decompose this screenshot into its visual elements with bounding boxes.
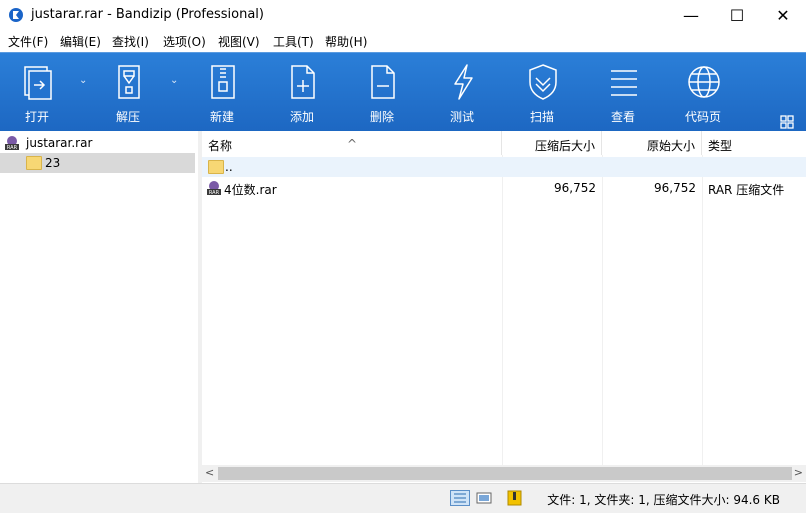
column-header-name[interactable]: 名称 ^ — [202, 131, 502, 155]
folder-tree: RAR justarar.rar 23 — [0, 131, 199, 483]
minimize-button[interactable]: — — [668, 0, 714, 30]
menu-file[interactable]: 文件(F) — [8, 33, 48, 50]
folder-icon — [208, 160, 224, 174]
lightning-icon — [454, 64, 473, 100]
window-title: justarar.rar - Bandizip (Professional) — [31, 7, 264, 22]
archive-info-icon[interactable] — [505, 490, 525, 506]
rar-badge-text: RAR — [7, 145, 18, 151]
column-header-size[interactable]: 原始大小 — [602, 131, 702, 155]
bandizip-logo-icon — [9, 8, 23, 22]
menu-view[interactable]: 视图(V) — [218, 33, 260, 50]
scroll-left-icon[interactable]: < — [205, 466, 214, 479]
sort-ascending-icon: ^ — [347, 137, 358, 151]
file-original-size: 96,752 — [654, 181, 696, 195]
new-button[interactable]: 新建 — [192, 53, 252, 132]
extract-label: 解压 — [115, 110, 140, 124]
column-divider — [502, 155, 503, 465]
extract-dropdown-arrow-icon[interactable]: ⌄ — [170, 75, 178, 86]
view-button[interactable]: 查看 — [593, 53, 653, 132]
codepage-label: 代码页 — [684, 110, 721, 124]
menu-bar: 文件(F) 编辑(E) 查找(I) 选项(O) 视图(V) 工具(T) 帮助(H… — [0, 30, 806, 52]
column-name-label: 名称 — [208, 139, 233, 153]
parent-dir-label: .. — [225, 160, 233, 174]
tree-root-label: justarar.rar — [26, 136, 93, 150]
table-row[interactable]: RAR 4位数.rar 96,752 96,752 RAR 压缩文件 — [202, 178, 806, 198]
menu-options[interactable]: 选项(O) — [163, 33, 206, 50]
maximize-button[interactable]: ☐ — [714, 0, 760, 30]
list-view-icon — [611, 70, 637, 96]
open-dropdown-arrow-icon[interactable]: ⌄ — [79, 75, 87, 86]
test-button[interactable]: 测试 — [432, 53, 492, 132]
list-row-parent[interactable]: .. — [202, 157, 806, 177]
column-size-label: 原始大小 — [646, 139, 695, 153]
rar-archive-icon: RAR — [5, 136, 19, 151]
folder-icon — [26, 156, 42, 170]
menu-tools[interactable]: 工具(T) — [273, 33, 314, 50]
delete-button[interactable]: 删除 — [352, 53, 412, 132]
status-text: 文件: 1, 文件夹: 1, 压缩文件大小: 94.6 KB — [547, 493, 780, 507]
column-packed-label: 压缩后大小 — [534, 139, 595, 153]
file-name: 4位数.rar — [224, 183, 277, 197]
codepage-button[interactable]: 代码页 — [673, 53, 733, 132]
title-bar: justarar.rar - Bandizip (Professional) —… — [0, 0, 806, 30]
shield-icon — [529, 64, 557, 100]
status-bar: 文件: 1, 文件夹: 1, 压缩文件大小: 94.6 KB — [0, 483, 806, 513]
details-view-icon[interactable] — [450, 490, 470, 506]
view-label: 查看 — [610, 110, 635, 124]
open-label: 打开 — [24, 110, 49, 124]
menu-find[interactable]: 查找(I) — [112, 33, 149, 50]
file-list: 名称 ^ 压缩后大小 原始大小 类型 .. RAR 4位数.rar 96,752… — [202, 131, 806, 483]
open-icon — [24, 66, 52, 100]
column-divider — [702, 155, 703, 465]
tree-folder-label: 23 — [45, 156, 61, 170]
scan-label: 扫描 — [529, 110, 554, 124]
menu-edit[interactable]: 编辑(E) — [60, 33, 101, 50]
add-file-icon — [291, 65, 315, 99]
scroll-right-icon[interactable]: > — [794, 466, 803, 479]
scan-button[interactable]: 扫描 — [512, 53, 572, 132]
globe-icon — [688, 66, 720, 98]
column-type-label: 类型 — [708, 139, 733, 153]
toolbar: 打开 ⌄ 解压 ⌄ 新建 添加 删除 测试 扫描 查看 代码页 — [0, 52, 806, 132]
scrollbar-thumb[interactable] — [218, 467, 792, 480]
file-type: RAR 压缩文件 — [708, 183, 785, 197]
rar-file-icon: RAR — [207, 181, 221, 196]
open-button[interactable]: 打开 — [7, 53, 67, 132]
horizontal-scrollbar[interactable]: < > — [202, 465, 806, 482]
column-header-packed[interactable]: 压缩后大小 — [502, 131, 602, 155]
delete-file-icon — [371, 65, 395, 99]
test-label: 测试 — [449, 110, 474, 124]
rar-badge-text: RAR — [209, 190, 220, 196]
column-header-type[interactable]: 类型 — [702, 131, 806, 155]
preview-view-icon[interactable] — [474, 490, 494, 506]
add-label: 添加 — [289, 110, 314, 124]
close-button[interactable]: ✕ — [760, 0, 806, 30]
grid-menu-icon[interactable] — [780, 115, 794, 129]
delete-label: 删除 — [369, 110, 394, 124]
add-button[interactable]: 添加 — [272, 53, 332, 132]
extract-icon — [118, 65, 140, 99]
new-label: 新建 — [209, 110, 234, 124]
extract-button[interactable]: 解压 — [98, 53, 158, 132]
file-packed-size: 96,752 — [554, 181, 596, 195]
tree-folder-23[interactable]: 23 — [0, 153, 195, 173]
new-archive-icon — [211, 65, 235, 99]
column-divider — [602, 155, 603, 465]
menu-help[interactable]: 帮助(H) — [325, 33, 367, 50]
